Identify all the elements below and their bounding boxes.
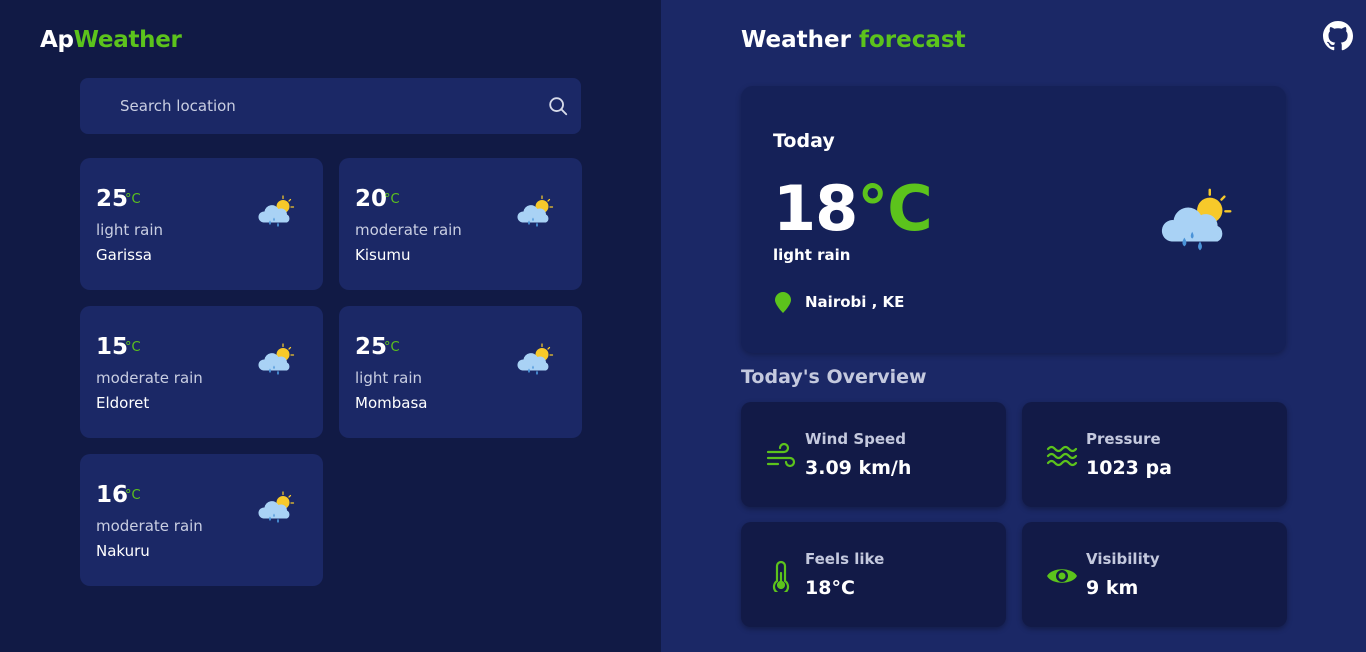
overview-label: Visibility [1086, 550, 1160, 568]
city-temp: 20 [355, 186, 388, 212]
logo-part2: Weather [73, 27, 182, 53]
cloud-sun-rain-icon [257, 192, 299, 234]
overview-title: Today's Overview [741, 366, 927, 388]
city-card-mombasa[interactable]: 25 °C light rain Mombasa [339, 306, 582, 438]
city-weather-desc: moderate rain [96, 369, 203, 387]
search-input[interactable] [80, 78, 540, 134]
cloud-sun-rain-icon [257, 488, 299, 530]
waves-icon [1046, 445, 1078, 467]
city-temp: 16 [96, 482, 129, 508]
city-temp: 25 [96, 186, 129, 212]
overview-label: Pressure [1086, 430, 1161, 448]
location-pin-icon [775, 292, 791, 313]
today-temperature: 18°C [773, 178, 933, 240]
search-bar [80, 78, 581, 134]
cloud-sun-rain-icon [1159, 186, 1241, 260]
city-card-kisumu[interactable]: 20 °C moderate rain Kisumu [339, 158, 582, 290]
city-temp-unit: °C [125, 192, 141, 207]
city-weather-desc: moderate rain [96, 517, 203, 535]
overview-value: 3.09 km/h [805, 457, 912, 479]
right-panel: Weather forecast Today 18°C light rain N… [661, 0, 1366, 652]
forecast-title-part2: forecast [859, 27, 966, 53]
eye-icon [1047, 569, 1077, 583]
city-temp-unit: °C [125, 340, 141, 355]
today-weather-desc: light rain [773, 246, 851, 264]
forecast-title-part1: Weather [741, 27, 851, 53]
city-card-garissa[interactable]: 25 °C light rain Garissa [80, 158, 323, 290]
city-temp: 15 [96, 334, 129, 360]
overview-value: 9 km [1086, 577, 1139, 599]
app-logo[interactable]: ApWeather [40, 27, 182, 53]
overview-label: Wind Speed [805, 430, 906, 448]
city-card-eldoret[interactable]: 15 °C moderate rain Eldoret [80, 306, 323, 438]
today-temp-value: 18 [773, 172, 858, 245]
today-card: Today 18°C light rain Nairobi , KE [741, 86, 1286, 353]
city-temp-unit: °C [125, 488, 141, 503]
thermometer-icon [772, 560, 790, 592]
cloud-sun-rain-icon [516, 192, 558, 234]
city-weather-desc: moderate rain [355, 221, 462, 239]
city-name: Eldoret [96, 394, 150, 412]
city-card-nakuru[interactable]: 16 °C moderate rain Nakuru [80, 454, 323, 586]
search-icon[interactable] [547, 95, 569, 117]
city-name: Mombasa [355, 394, 428, 412]
github-icon[interactable] [1323, 21, 1353, 51]
overview-value: 18°C [805, 577, 855, 599]
overview-card-visibility: Visibility 9 km [1022, 522, 1287, 627]
overview-label: Feels like [805, 550, 885, 568]
today-temp-unit: °C [857, 172, 933, 245]
city-name: Nakuru [96, 542, 150, 560]
city-weather-desc: light rain [96, 221, 164, 239]
city-name: Garissa [96, 246, 152, 264]
city-weather-desc: light rain [355, 369, 423, 387]
cloud-sun-rain-icon [516, 340, 558, 382]
cloud-sun-rain-icon [257, 340, 299, 382]
overview-value: 1023 pa [1086, 457, 1172, 479]
today-label: Today [773, 130, 835, 152]
overview-card-wind-speed: Wind Speed 3.09 km/h [741, 402, 1006, 507]
city-temp-unit: °C [384, 192, 400, 207]
city-temp: 25 [355, 334, 388, 360]
wind-icon [766, 442, 796, 468]
forecast-title: Weather forecast [741, 27, 966, 53]
logo-part1: Ap [40, 27, 74, 53]
overview-card-pressure: Pressure 1023 pa [1022, 402, 1287, 507]
city-name: Kisumu [355, 246, 411, 264]
city-temp-unit: °C [384, 340, 400, 355]
today-location: Nairobi , KE [805, 293, 905, 311]
overview-card-feels-like: Feels like 18°C [741, 522, 1006, 627]
left-panel: ApWeather 25 °C light rain Garissa 20 °C… [0, 0, 661, 652]
